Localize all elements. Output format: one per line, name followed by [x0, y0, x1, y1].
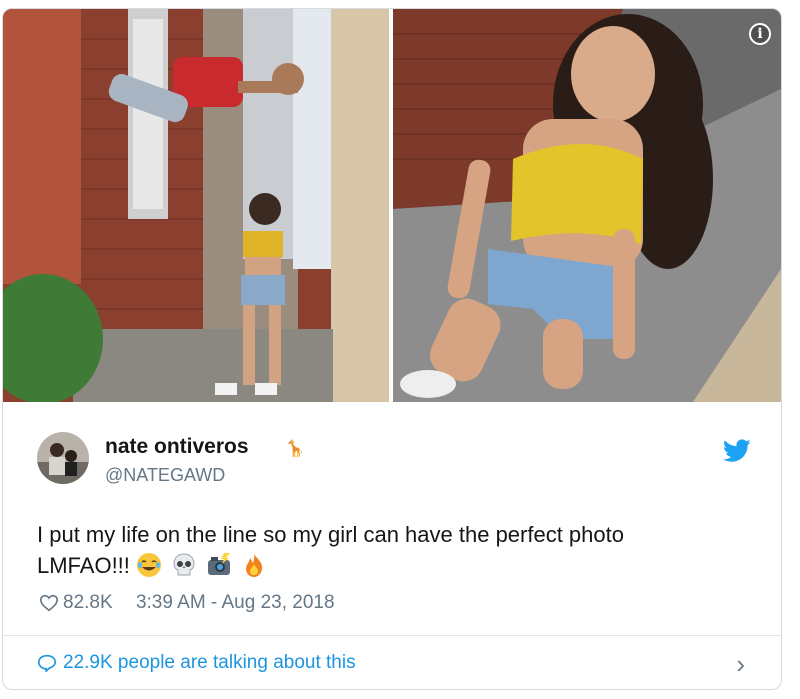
joy-emoji-icon	[137, 553, 162, 577]
giraffe-badge-icon: 🦒	[285, 441, 305, 458]
photo-left[interactable]	[3, 9, 389, 402]
chevron-right-icon[interactable]: ›	[736, 649, 745, 680]
tweet-text-line1: I put my life on the line so my girl can…	[37, 522, 624, 547]
tweet-card[interactable]: i nate ontiveros 🦒 @NATEGAWD I put my li…	[2, 8, 782, 690]
author-name[interactable]: nate ontiveros	[105, 435, 249, 459]
talking-label[interactable]: 22.9K people are talking about this	[63, 652, 356, 673]
talking-link[interactable]: 22.9K people are talking about this	[37, 652, 356, 678]
info-icon[interactable]: i	[749, 23, 771, 45]
tweet-meta: 82.8K 3:39 AM - Aug 23, 2018	[39, 592, 335, 618]
skull-emoji-icon	[173, 553, 195, 576]
fire-emoji-icon	[246, 553, 263, 577]
camera-flash-emoji-icon	[208, 553, 231, 575]
heart-icon[interactable]	[39, 594, 59, 618]
tweet-media[interactable]: i	[3, 9, 781, 402]
photo-right[interactable]: i	[393, 9, 781, 402]
avatar[interactable]	[37, 432, 89, 484]
twitter-bird-icon[interactable]	[723, 439, 751, 463]
author-handle[interactable]: @NATEGAWD	[105, 465, 225, 486]
timestamp[interactable]: 3:39 AM - Aug 23, 2018	[136, 592, 335, 613]
tweet-text-line2: LMFAO!!!	[37, 553, 130, 578]
emoji-row	[136, 553, 270, 578]
divider	[3, 635, 781, 636]
tweet-text: I put my life on the line so my girl can…	[37, 519, 757, 581]
speech-bubble-icon	[37, 654, 57, 678]
like-count[interactable]: 82.8K	[63, 592, 113, 613]
